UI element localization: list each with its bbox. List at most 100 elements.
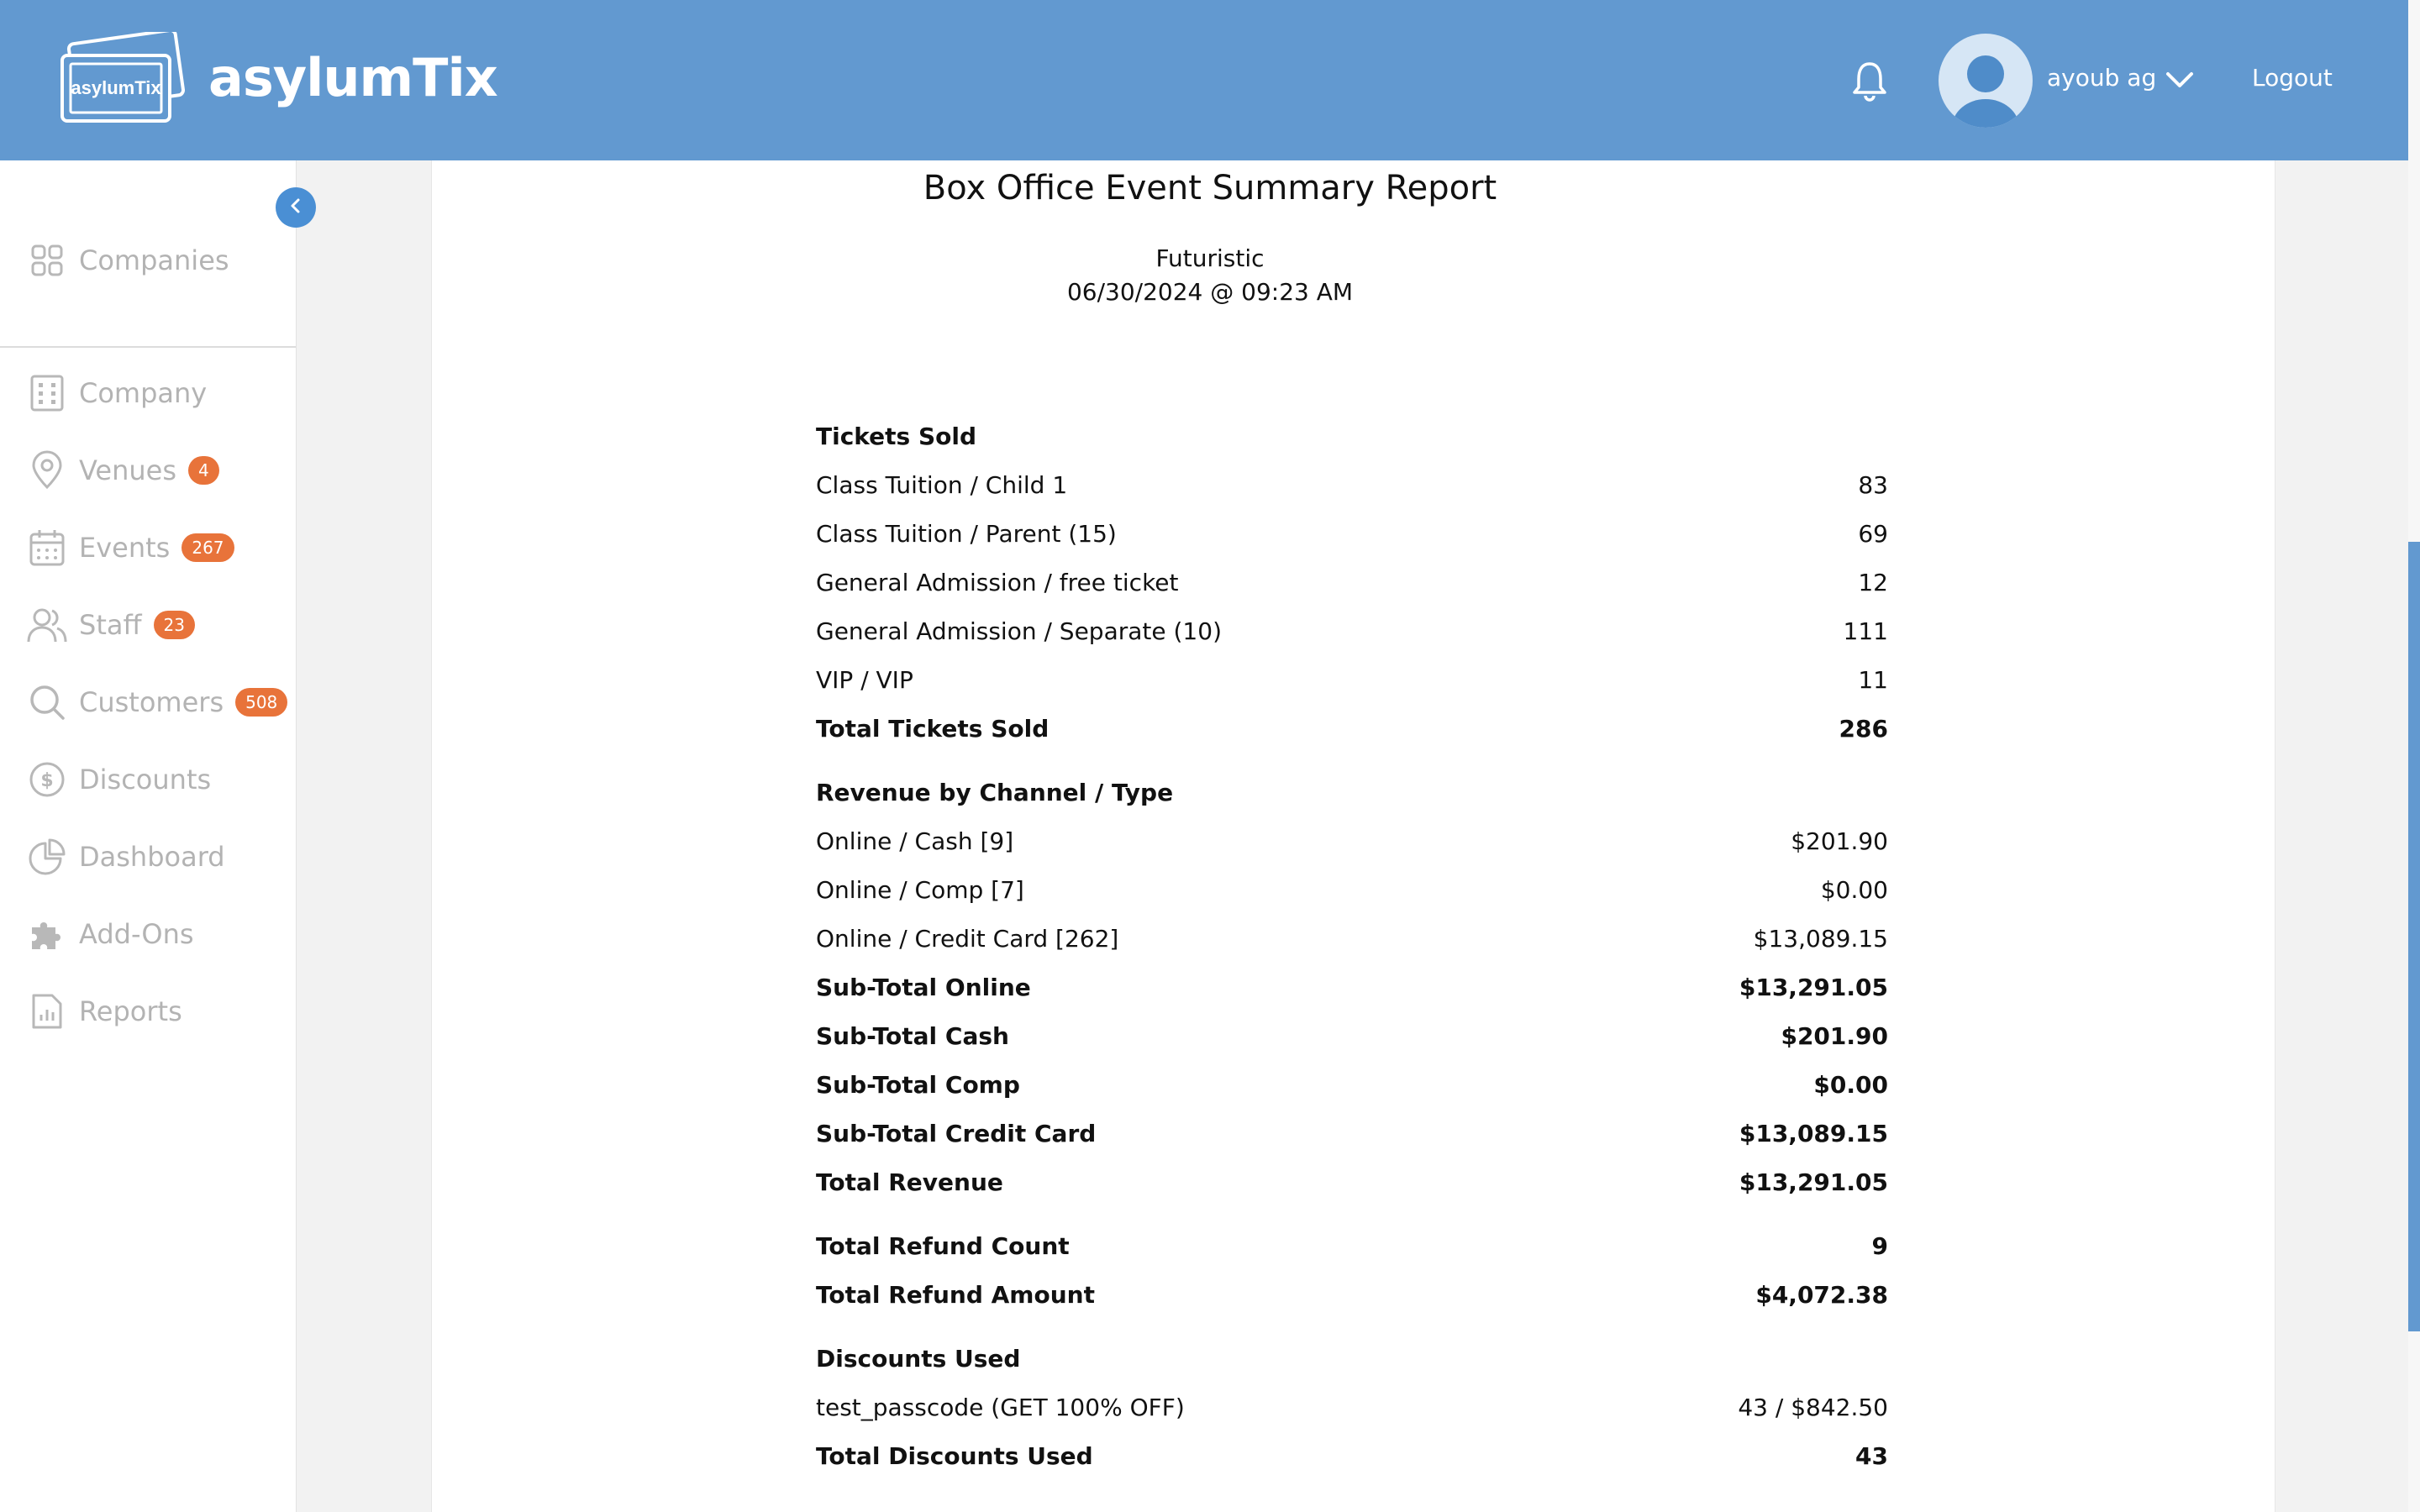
row-label: Sub-Total Credit Card (816, 1119, 1097, 1147)
row-label: Online / Credit Card [262] (816, 924, 1119, 953)
svg-text:$: $ (40, 770, 53, 791)
sidebar-item-events[interactable]: Events 267 (27, 524, 234, 571)
top-header: asylumTix asylumTix ayoub ag Logout (0, 0, 2408, 160)
sidebar-item-staff[interactable]: Staff 23 (27, 601, 195, 648)
logout-button[interactable]: Logout (2252, 64, 2333, 92)
count-badge: 508 (235, 688, 288, 717)
total-row: Total Tickets Sold 286 (816, 710, 1888, 747)
sidebar-item-add-ons[interactable]: Add-Ons (27, 911, 194, 958)
row-label: Total Revenue (816, 1168, 1003, 1196)
sidebar-item-label: Customers (79, 686, 224, 718)
calendar-icon (27, 528, 67, 568)
avatar[interactable] (1939, 34, 2033, 128)
bell-icon[interactable] (1850, 60, 1889, 102)
dollar-circle-icon: $ (27, 759, 67, 800)
row-value: $0.00 (1813, 1070, 1888, 1099)
sidebar-item-label: Events (79, 532, 171, 564)
refund-row: Total Refund Count 9 (816, 1227, 1888, 1264)
sidebar-item-customers[interactable]: Customers 508 (27, 679, 288, 726)
chevron-left-icon (287, 197, 305, 218)
event-name: Futuristic (1155, 244, 1265, 272)
section-heading: Discounts Used (816, 1340, 1888, 1377)
row-label: Total Discounts Used (816, 1441, 1093, 1470)
subtotal-row: Sub-Total Cash $201.90 (816, 1017, 1888, 1054)
sidebar-item-label: Venues (79, 454, 177, 486)
sidebar-item-discounts[interactable]: $ Discounts (27, 756, 211, 803)
search-icon (27, 682, 67, 722)
row-label: Sub-Total Comp (816, 1070, 1020, 1099)
subtotal-row: Sub-Total Credit Card $13,089.15 (816, 1115, 1888, 1152)
building-icon (27, 373, 67, 413)
sidebar-item-company[interactable]: Company (27, 370, 207, 417)
row-label: Sub-Total Cash (816, 1021, 1009, 1050)
row-value: $13,089.15 (1739, 1119, 1888, 1147)
row-value: 111 (1843, 617, 1888, 645)
table-row: Online / Cash [9] $201.90 (816, 822, 1888, 859)
row-value: $0.00 (1820, 875, 1888, 904)
total-row: Total Revenue $13,291.05 (816, 1163, 1888, 1200)
row-value: $4,072.38 (1755, 1280, 1888, 1309)
row-value: 11 (1858, 665, 1888, 694)
sidebar-item-label: Dashboard (79, 841, 225, 873)
table-row: Online / Comp [7] $0.00 (816, 871, 1888, 908)
row-label: Online / Comp [7] (816, 875, 1024, 904)
row-value: $201.90 (1791, 827, 1888, 855)
svg-text:asylumTix: asylumTix (71, 77, 161, 98)
user-name[interactable]: ayoub ag (2047, 64, 2156, 92)
sidebar-divider (0, 346, 296, 348)
report-title: Box Office Event Summary Report (923, 169, 1497, 207)
total-row: Total Discounts Used 43 (816, 1437, 1888, 1474)
report-datetime: 06/30/2024 @ 09:23 AM (1066, 278, 1354, 306)
refund-row: Total Refund Amount $4,072.38 (816, 1276, 1888, 1313)
section-heading-label: Tickets Sold (816, 422, 976, 450)
row-value: $201.90 (1781, 1021, 1888, 1050)
table-row: VIP / VIP 11 (816, 661, 1888, 698)
row-value: $13,291.05 (1739, 1168, 1888, 1196)
chevron-down-icon[interactable] (2165, 67, 2195, 91)
table-row: Class Tuition / Child 1 83 (816, 466, 1888, 503)
row-label: Online / Cash [9] (816, 827, 1014, 855)
table-row: test_passcode (GET 100% OFF) 43 / $842.5… (816, 1389, 1888, 1425)
row-label: VIP / VIP (816, 665, 913, 694)
scrollbar-thumb[interactable] (2408, 542, 2420, 1331)
sidebar-item-label: Add-Ons (79, 918, 194, 950)
table-row: Class Tuition / Parent (15) 69 (816, 515, 1888, 552)
sidebar-item-venues[interactable]: Venues 4 (27, 447, 219, 494)
row-value: 286 (1839, 714, 1888, 743)
users-icon (27, 605, 67, 645)
row-label: Class Tuition / Child 1 (816, 470, 1068, 499)
sidebar-item-label: Staff (79, 609, 142, 641)
count-badge: 267 (182, 533, 234, 562)
pie-chart-icon (27, 837, 67, 877)
map-pin-icon (27, 450, 67, 491)
row-value: 69 (1858, 519, 1888, 548)
row-value: 43 (1855, 1441, 1888, 1470)
count-badge: 23 (153, 611, 195, 639)
row-value: 43 / $842.50 (1738, 1393, 1888, 1421)
row-label: Total Refund Count (816, 1231, 1070, 1260)
row-value: $13,089.15 (1753, 924, 1888, 953)
subtotal-row: Sub-Total Online $13,291.05 (816, 969, 1888, 1005)
row-value: 9 (1871, 1231, 1888, 1260)
section-heading-label: Discounts Used (816, 1344, 1021, 1373)
section-heading: Revenue by Channel / Type (816, 774, 1888, 811)
sidebar-item-label: Discounts (79, 764, 212, 795)
row-label: Total Refund Amount (816, 1280, 1095, 1309)
count-badge: 4 (188, 456, 219, 485)
sidebar-item-label: Company (79, 377, 208, 409)
table-row: General Admission / free ticket 12 (816, 564, 1888, 601)
row-value: $13,291.05 (1739, 973, 1888, 1001)
sidebar-item-reports[interactable]: Reports (27, 988, 182, 1035)
section-heading-label: Revenue by Channel / Type (816, 778, 1174, 806)
row-label: Total Tickets Sold (816, 714, 1050, 743)
sidebar-collapse-button[interactable] (276, 187, 316, 228)
table-row: Online / Credit Card [262] $13,089.15 (816, 920, 1888, 957)
sidebar-item-dashboard[interactable]: Dashboard (27, 833, 225, 880)
puzzle-icon (27, 914, 67, 954)
section-heading: Tickets Sold (816, 417, 1888, 454)
row-label: test_passcode (GET 100% OFF) (816, 1393, 1185, 1421)
logo-icon[interactable]: asylumTix (57, 28, 186, 128)
table-row: General Admission / Separate (10) 111 (816, 612, 1888, 649)
report-icon (27, 991, 67, 1032)
row-label: Sub-Total Online (816, 973, 1031, 1001)
